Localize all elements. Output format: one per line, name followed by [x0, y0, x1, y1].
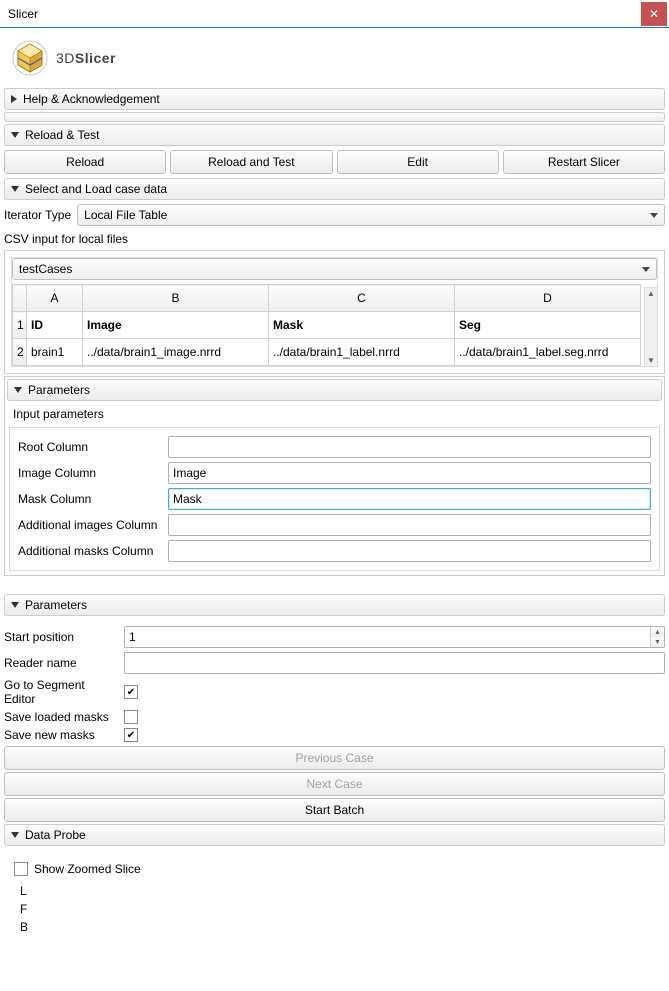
start-batch-button[interactable]: Start Batch	[4, 798, 665, 822]
section-parameters-outer[interactable]: Parameters	[4, 594, 665, 616]
section-parameters-inner-label: Parameters	[28, 383, 90, 397]
save-loaded-masks-label: Save loaded masks	[4, 710, 122, 724]
chevron-down-icon	[11, 132, 19, 138]
spacer	[4, 112, 665, 122]
reload-and-test-button[interactable]: Reload and Test	[170, 150, 332, 174]
csv-table-wrapper: testCases A B C D 1 ID Image Mask Seg	[4, 250, 665, 374]
image-column-label: Image Column	[18, 466, 166, 480]
section-help[interactable]: Help & Acknowledgement	[4, 88, 665, 110]
section-reload-test[interactable]: Reload & Test	[4, 124, 665, 146]
cell[interactable]: brain1	[27, 339, 83, 366]
table-vertical-scrollbar[interactable]: ▲ ▼	[644, 287, 658, 367]
reload-test-button-row: Reload Reload and Test Edit Restart Slic…	[0, 148, 669, 176]
section-data-probe-label: Data Probe	[25, 828, 86, 842]
reload-button[interactable]: Reload	[4, 150, 166, 174]
window-title: Slicer	[8, 7, 38, 21]
table-row: 2 brain1 ../data/brain1_image.nrrd ../da…	[13, 339, 641, 366]
reader-name-label: Reader name	[4, 656, 122, 670]
data-probe-l: L	[0, 882, 669, 900]
root-column-input[interactable]	[168, 436, 651, 458]
root-column-label: Root Column	[18, 440, 166, 454]
additional-images-column-label: Additional images Column	[18, 518, 166, 532]
section-select-load[interactable]: Select and Load case data	[4, 178, 665, 200]
chevron-right-icon	[11, 95, 17, 103]
data-probe-f: F	[0, 900, 669, 918]
additional-masks-column-label: Additional masks Column	[18, 544, 166, 558]
close-button[interactable]: ✕	[641, 2, 667, 26]
titlebar: Slicer ✕	[0, 0, 669, 28]
col-header[interactable]: B	[83, 285, 269, 312]
cell[interactable]: ../data/brain1_label.nrrd	[269, 339, 455, 366]
save-new-masks-label: Save new masks	[4, 728, 122, 742]
cell[interactable]: Image	[83, 312, 269, 339]
logo-text: 3DSlicer	[56, 50, 116, 66]
previous-case-button[interactable]: Previous Case	[4, 746, 665, 770]
additional-masks-column-input[interactable]	[168, 540, 651, 562]
csv-input-label: CSV input for local files	[0, 228, 669, 248]
col-header[interactable]: D	[455, 285, 641, 312]
table-row: 1 ID Image Mask Seg	[13, 312, 641, 339]
additional-images-column-input[interactable]	[168, 514, 651, 536]
scroll-down-icon: ▼	[646, 355, 656, 366]
section-parameters-outer-label: Parameters	[25, 598, 87, 612]
csv-selector-value: testCases	[19, 262, 72, 276]
input-parameters-fieldset: Root Column Image Column Mask Column Add…	[9, 427, 660, 571]
col-header[interactable]: A	[27, 285, 83, 312]
data-probe-b: B	[0, 918, 669, 936]
go-to-segment-editor-label: Go to Segment Editor	[4, 678, 122, 706]
section-parameters-inner[interactable]: Parameters	[7, 379, 662, 401]
col-header[interactable]: C	[269, 285, 455, 312]
spin-down-icon[interactable]: ▼	[651, 637, 664, 647]
chevron-down-icon	[11, 832, 19, 838]
dropdown-icon	[642, 267, 650, 272]
edit-button[interactable]: Edit	[337, 150, 499, 174]
mask-column-label: Mask Column	[18, 492, 166, 506]
iterator-type-combo[interactable]: Local File Table	[77, 204, 665, 226]
section-reload-test-label: Reload & Test	[25, 128, 100, 142]
cell[interactable]: Seg	[455, 312, 641, 339]
row-number[interactable]: 1	[13, 312, 27, 339]
restart-slicer-button[interactable]: Restart Slicer	[503, 150, 665, 174]
save-loaded-masks-checkbox[interactable]	[124, 710, 138, 724]
logo-text-prefix: 3D	[56, 50, 75, 66]
section-select-load-label: Select and Load case data	[25, 182, 167, 196]
image-column-input[interactable]	[168, 462, 651, 484]
close-icon: ✕	[649, 7, 659, 21]
inner-parameters-box: Parameters Input parameters Root Column …	[4, 376, 665, 576]
cell[interactable]: ../data/brain1_image.nrrd	[83, 339, 269, 366]
logo-text-bold: Slicer	[75, 50, 116, 66]
chevron-down-icon	[14, 387, 22, 393]
iterator-type-label: Iterator Type	[4, 208, 75, 222]
cell[interactable]: ../data/brain1_label.seg.nrrd	[455, 339, 641, 366]
start-position-input[interactable]	[125, 627, 650, 647]
show-zoomed-slice-label: Show Zoomed Slice	[34, 862, 141, 876]
csv-table: A B C D 1 ID Image Mask Seg 2 brain1 ../…	[12, 284, 641, 366]
csv-selector-combo[interactable]: testCases	[12, 258, 657, 280]
show-zoomed-slice-checkbox[interactable]	[14, 862, 28, 876]
cell[interactable]: ID	[27, 312, 83, 339]
mask-column-input[interactable]	[168, 488, 651, 510]
slicer-logo-icon	[10, 38, 50, 78]
start-position-label: Start position	[4, 630, 122, 644]
cell[interactable]: Mask	[269, 312, 455, 339]
next-case-button[interactable]: Next Case	[4, 772, 665, 796]
scroll-up-icon: ▲	[646, 288, 656, 299]
section-data-probe[interactable]: Data Probe	[4, 824, 665, 846]
table-header-row: A B C D	[13, 285, 641, 312]
input-parameters-title: Input parameters	[7, 405, 662, 423]
iterator-type-value: Local File Table	[84, 208, 167, 222]
go-to-segment-editor-checkbox[interactable]: ✔	[124, 685, 138, 699]
start-position-spinbox[interactable]: ▲ ▼	[124, 626, 665, 648]
save-new-masks-checkbox[interactable]: ✔	[124, 728, 138, 742]
row-number[interactable]: 2	[13, 339, 27, 366]
chevron-down-icon	[11, 186, 19, 192]
dropdown-icon	[650, 213, 658, 218]
chevron-down-icon	[11, 602, 19, 608]
corner-cell	[13, 285, 27, 312]
spin-up-icon[interactable]: ▲	[651, 627, 664, 637]
section-help-label: Help & Acknowledgement	[23, 92, 160, 106]
logo-area: 3DSlicer	[0, 28, 669, 86]
reader-name-input[interactable]	[124, 652, 665, 674]
